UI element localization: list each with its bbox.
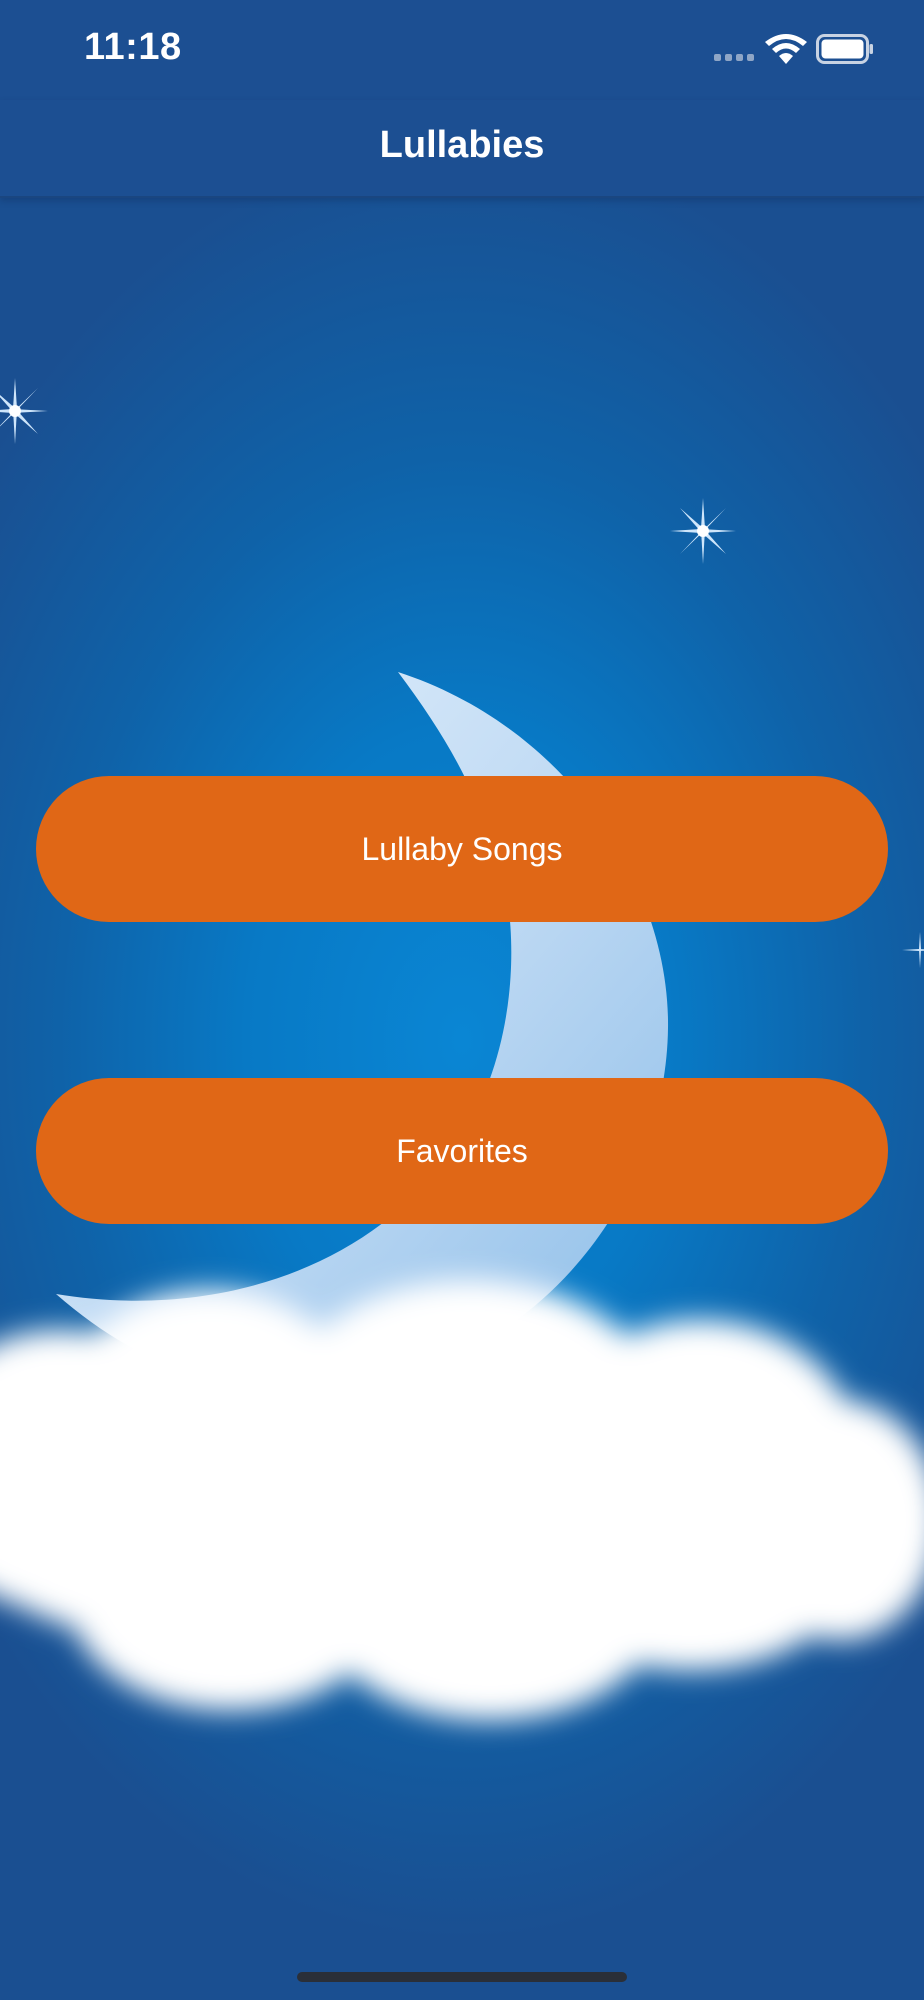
wifi-icon <box>765 34 807 64</box>
favorites-button[interactable]: Favorites <box>36 1078 888 1224</box>
favorites-label: Favorites <box>396 1132 528 1169</box>
star-icon <box>902 932 924 968</box>
cloud <box>0 1280 924 1720</box>
status-time: 11:18 <box>84 26 182 68</box>
app-screen: 11:18 Lullabies Lullaby Songs Favorites <box>0 0 924 2000</box>
battery-icon <box>816 34 873 64</box>
cellular-signal-icon <box>714 54 754 61</box>
star-icon <box>0 378 48 444</box>
navigation-bar: Lullabies <box>0 100 924 198</box>
lullaby-songs-label: Lullaby Songs <box>361 830 563 867</box>
home-indicator[interactable] <box>297 1972 627 1982</box>
page-title: Lullabies <box>379 124 545 166</box>
lullaby-songs-button[interactable]: Lullaby Songs <box>36 776 888 922</box>
status-bar: 11:18 <box>0 0 924 100</box>
star-icon <box>670 498 736 564</box>
